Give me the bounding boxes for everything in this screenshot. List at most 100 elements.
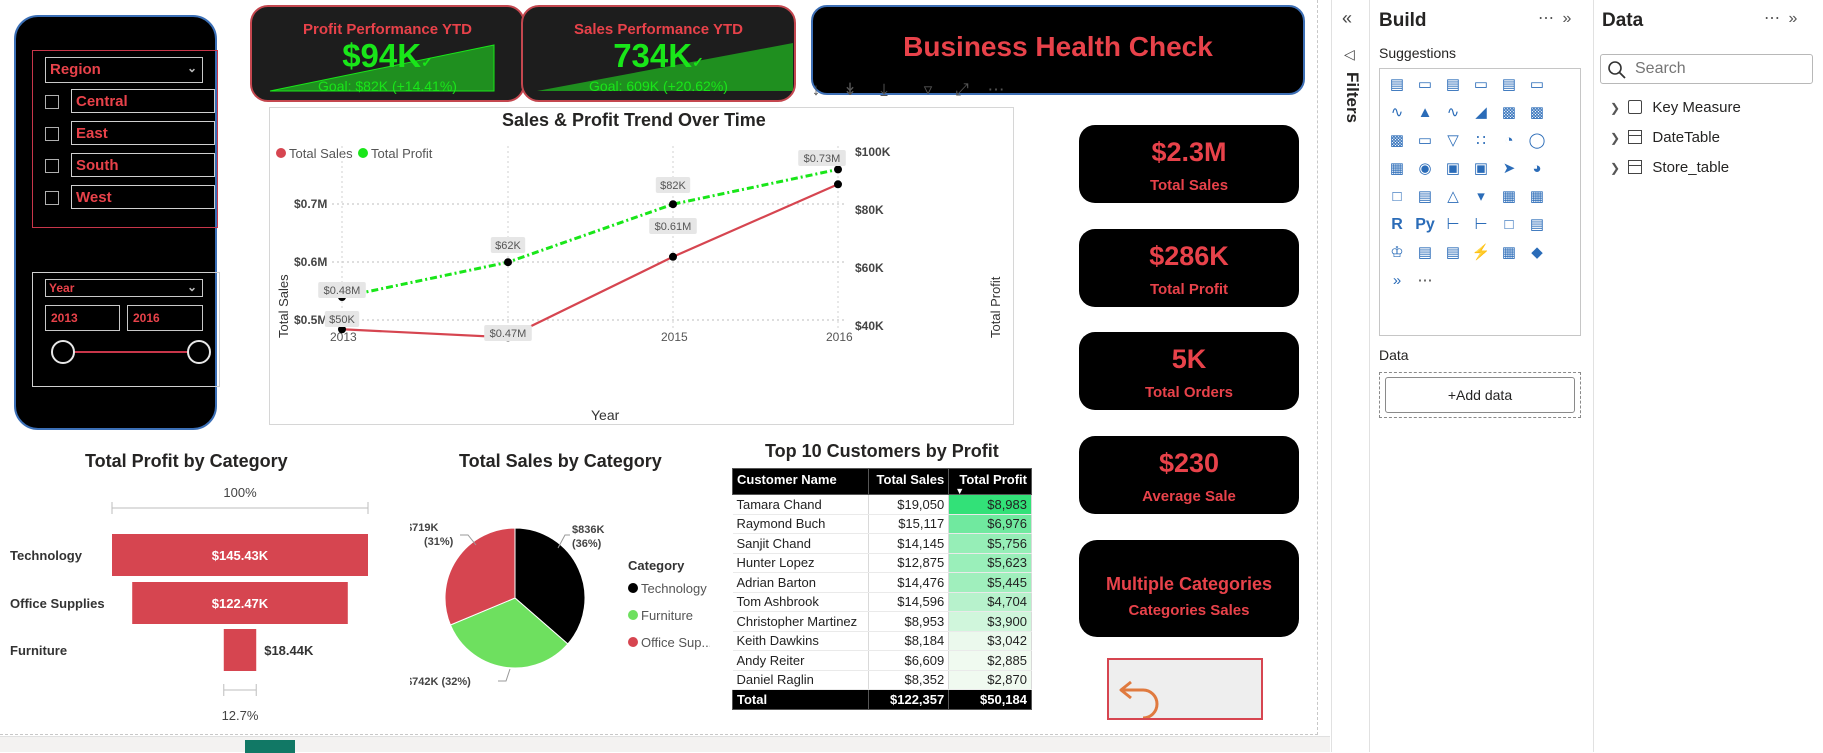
scatter-icon[interactable]: ∷ (1468, 128, 1494, 154)
more-visual-icon[interactable]: ◆ (1524, 240, 1550, 266)
funnel-icon[interactable]: ▽ (1440, 128, 1466, 154)
table-store-table[interactable]: ❯ Store_table (1610, 159, 1729, 181)
sales-by-category-chart[interactable]: $836K (36%) $719K (31%) $742K (32%) Category T… (410, 475, 710, 745)
pie-icon[interactable]: ◔ (1496, 128, 1522, 154)
expand-all-icon[interactable]: ↡ (835, 79, 865, 103)
table-row[interactable]: Tamara Chand $19,050 $8,983 (732, 494, 1032, 515)
filter-icon[interactable]: ▿ (913, 79, 943, 103)
filters-pane-collapsed[interactable]: « ◁ Filters (1331, 0, 1370, 752)
clustered-column-icon[interactable]: ▭ (1468, 72, 1494, 98)
stacked-column-icon[interactable]: ▭ (1412, 72, 1438, 98)
clustered-bar-icon[interactable]: ▤ (1440, 72, 1466, 98)
table-row[interactable]: Raymond Buch $15,117 $6,976 (732, 514, 1032, 534)
kpi-icon[interactable]: △ (1440, 184, 1466, 210)
region-option-south[interactable]: South (45, 153, 215, 179)
python-visual-icon[interactable]: Py (1412, 212, 1438, 238)
goals-icon[interactable]: ♔ (1384, 240, 1410, 266)
filled-map-icon[interactable]: ▣ (1440, 156, 1466, 182)
table-datetable[interactable]: ❯ DateTable (1610, 129, 1720, 151)
profit-point[interactable] (669, 200, 677, 209)
drill-hierarchy-icon[interactable]: ⤓ (869, 79, 899, 103)
power-automate-flow-icon[interactable]: » (1384, 268, 1410, 294)
smart-narrative-icon[interactable]: ▤ (1524, 212, 1550, 238)
ribbon-chart-icon[interactable]: ▩ (1384, 128, 1410, 154)
table-row[interactable]: Daniel Raglin $8,352 $2,870 (732, 670, 1032, 690)
table-row[interactable]: Christopher Martinez $8,953 $3,900 (732, 611, 1032, 632)
key-influencers-icon[interactable]: ⊢ (1440, 212, 1466, 238)
column-header[interactable]: Customer Name (731, 468, 870, 495)
profit-point[interactable] (504, 258, 512, 267)
year-slider-end-handle[interactable] (187, 340, 211, 364)
sales-point[interactable] (669, 252, 677, 261)
year-to-input[interactable]: 2016 (127, 305, 203, 331)
pie-legend-label[interactable]: Office Sup... (641, 635, 710, 650)
power-automate-icon[interactable]: ⚡ (1468, 240, 1494, 266)
table-row[interactable]: Andy Reiter $6,609 $2,885 (732, 650, 1032, 671)
pie-legend-label[interactable]: Furniture (641, 608, 693, 623)
profit-by-category-chart[interactable]: 100% Technology $145.43K Office Supplies $12… (0, 450, 380, 735)
get-more-visuals-icon[interactable]: ⋯ (1412, 268, 1438, 294)
table-icon[interactable]: ▦ (1496, 184, 1522, 210)
year-dropdown[interactable]: Year ⌄ (45, 279, 203, 297)
more-options-icon[interactable]: ⋯ (981, 79, 1011, 103)
active-page-tab[interactable] (245, 740, 295, 753)
funnel-bar[interactable] (223, 629, 257, 671)
multi-row-card-icon[interactable]: ▤ (1412, 184, 1438, 210)
stacked-area-icon[interactable]: ∿ (1440, 100, 1466, 126)
donut-icon[interactable]: ◯ (1524, 128, 1550, 154)
drill-down-icon[interactable]: ↓ (801, 79, 831, 103)
data-pane-options-icon[interactable]: ⋯ » (1764, 8, 1799, 28)
azure-map-icon[interactable]: ➤ (1496, 156, 1522, 182)
decomposition-tree-icon[interactable]: ⊢ (1468, 212, 1494, 238)
table-key-measure[interactable]: ❯ Key Measure (1610, 99, 1741, 121)
paginated-report-icon[interactable]: ▤ (1412, 240, 1438, 266)
year-slider-track[interactable] (63, 351, 199, 353)
back-button[interactable] (1107, 658, 1263, 720)
sales-profit-trend-chart[interactable]: Sales & Profit Trend Over Time Total Sal… (269, 107, 1014, 425)
100-bar-icon[interactable]: ▤ (1496, 72, 1522, 98)
ribbon-icon[interactable]: ◢ (1468, 100, 1494, 126)
region-option-east[interactable]: East (45, 121, 215, 147)
add-data-button[interactable]: +Add data (1385, 377, 1575, 413)
power-apps-icon[interactable]: ▤ (1440, 240, 1466, 266)
matrix-icon[interactable]: ▦ (1524, 184, 1550, 210)
card-icon[interactable]: □ (1384, 184, 1410, 210)
checkbox[interactable] (45, 159, 59, 173)
checkbox[interactable] (45, 191, 59, 205)
qa-icon[interactable]: □ (1496, 212, 1522, 238)
line-column-icon[interactable]: ▩ (1496, 100, 1522, 126)
table-row[interactable]: Sanjit Chand $14,145 $5,756 (732, 533, 1032, 554)
search-input[interactable] (1635, 59, 1805, 79)
pie-legend-label[interactable]: Technology (641, 581, 707, 596)
area-chart-icon[interactable]: ▲ (1412, 100, 1438, 126)
build-pane-options-icon[interactable]: ⋯ » (1538, 8, 1573, 28)
profit-point[interactable] (834, 165, 842, 174)
waterfall-icon[interactable]: ▭ (1412, 128, 1438, 154)
region-option-central[interactable]: Central (45, 89, 215, 115)
region-dropdown[interactable]: Region ⌄ (45, 57, 203, 83)
table-row[interactable]: Keith Dawkins $8,184 $3,042 (732, 631, 1032, 651)
filters-label[interactable]: Filters (1342, 72, 1362, 123)
region-option-west[interactable]: West (45, 185, 215, 211)
line-chart-icon[interactable]: ∿ (1384, 100, 1410, 126)
treemap-icon[interactable]: ▦ (1384, 156, 1410, 182)
stacked-bar-icon[interactable]: ▤ (1384, 72, 1410, 98)
shape-map-icon[interactable]: ▣ (1468, 156, 1494, 182)
sales-point[interactable] (834, 180, 842, 189)
100-column-icon[interactable]: ▭ (1524, 72, 1550, 98)
checkbox[interactable] (45, 95, 59, 109)
focus-mode-icon[interactable]: ⤢ (947, 79, 977, 103)
top-customers-table[interactable]: Customer Name Total Sales Total Profit ▼ … (731, 468, 1032, 710)
line-stacked-column-icon[interactable]: ▩ (1524, 100, 1550, 126)
slicer-icon[interactable]: ▾ (1468, 184, 1494, 210)
table-row[interactable]: Hunter Lopez $12,875 $5,623 (732, 553, 1032, 573)
table-row[interactable]: Tom Ashbrook $14,596 $4,704 (732, 592, 1032, 612)
column-header-sorted[interactable]: Total Profit ▼ (948, 468, 1032, 496)
year-slider-start-handle[interactable] (51, 340, 75, 364)
gauge-icon[interactable]: ◕ (1524, 156, 1550, 182)
year-from-input[interactable]: 2013 (45, 305, 120, 331)
data-search-box[interactable] (1600, 54, 1813, 84)
column-header[interactable]: Total Sales (868, 468, 950, 495)
collapse-panes-icon[interactable]: « (1342, 8, 1352, 29)
map-icon[interactable]: ◉ (1412, 156, 1438, 182)
